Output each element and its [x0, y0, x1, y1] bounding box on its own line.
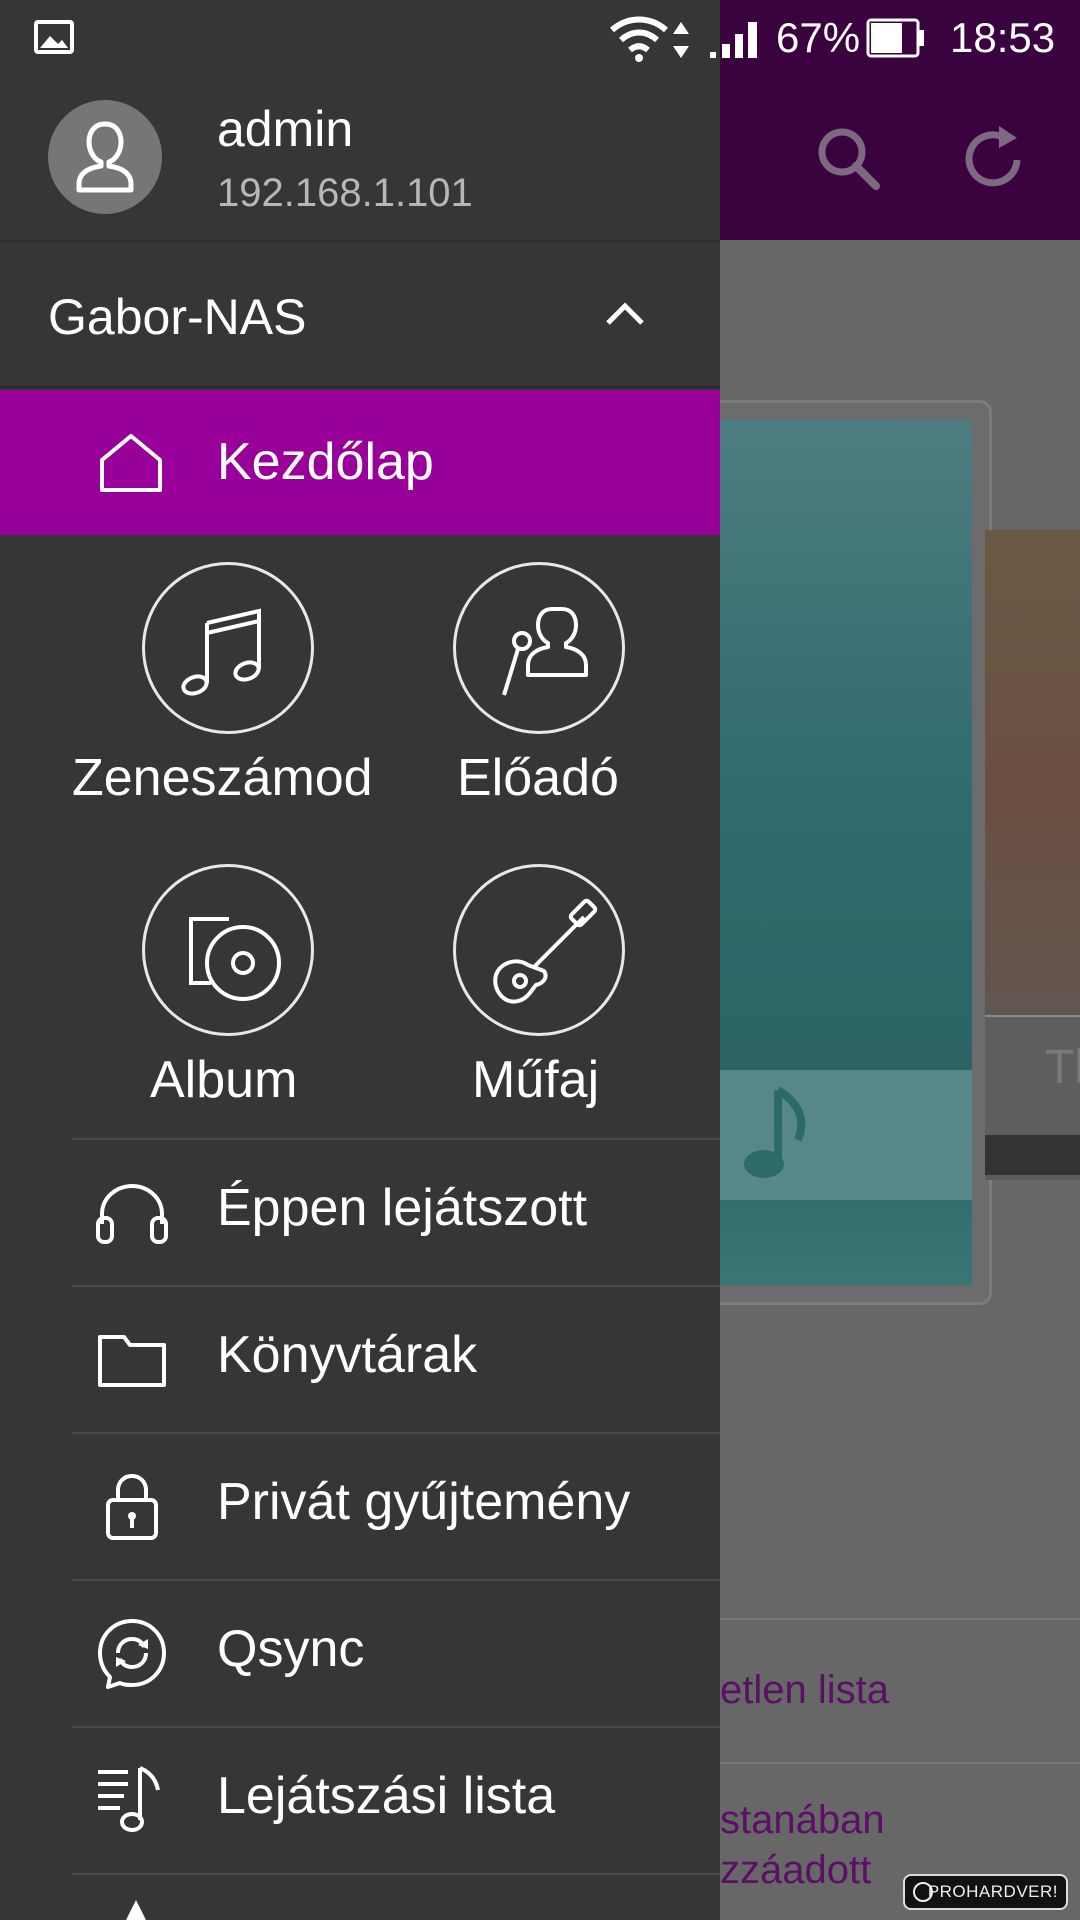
nav-tile-label: Album — [150, 1051, 298, 1109]
nav-item-label: Kezdőlap — [217, 433, 434, 491]
folder-icon — [98, 1335, 166, 1387]
playlist-icon — [98, 1766, 160, 1832]
nas-selector[interactable]: Gabor-NAS — [0, 243, 720, 388]
divider — [72, 1873, 720, 1875]
nav-item-qsync[interactable]: Qsync — [72, 1581, 720, 1726]
album-icon — [189, 917, 281, 1001]
nav-tile-genre[interactable] — [453, 864, 625, 1036]
chevron-up-icon[interactable] — [600, 293, 650, 333]
next-item-icon — [126, 1900, 146, 1920]
nav-item-label: Privát gyűjtemény — [217, 1473, 631, 1531]
battery-icon — [866, 18, 924, 58]
nav-item-now-playing[interactable]: Éppen lejátszott — [72, 1140, 720, 1285]
guitar-icon — [493, 898, 598, 1004]
watermark: PROHARDVER! — [903, 1874, 1068, 1910]
background-card-text: Tl — [1045, 1041, 1080, 1094]
wifi-icon — [610, 16, 668, 62]
nav-item-libraries[interactable]: Könyvtárak — [72, 1287, 720, 1432]
lock-icon — [106, 1473, 158, 1540]
user-name: admin — [217, 101, 354, 157]
home-icon — [100, 434, 162, 492]
nav-tile-artist[interactable] — [453, 562, 625, 734]
clock: 18:53 — [950, 14, 1056, 61]
navigation-drawer: admin 192.168.1.101 Gabor-NAS Kezdőlap Z… — [0, 0, 720, 1920]
artist-icon — [502, 607, 588, 696]
nav-item-label: Lejátszási lista — [217, 1767, 556, 1825]
sync-icon — [98, 1619, 166, 1689]
data-arrows-icon — [673, 22, 689, 58]
nas-name: Gabor-NAS — [48, 289, 307, 345]
divider — [0, 386, 720, 388]
status-bar: 67% 18:53 — [0, 0, 1080, 76]
nav-tile-label: Előadó — [457, 749, 619, 807]
headphones-icon — [96, 1183, 168, 1244]
battery-percent: 67% — [776, 14, 861, 61]
nav-tile-songs[interactable] — [142, 562, 314, 734]
nav-item-label: Könyvtárak — [217, 1326, 478, 1384]
nav-item-label: Qsync — [217, 1620, 365, 1678]
user-ip: 192.168.1.101 — [217, 171, 473, 215]
refresh-icon[interactable] — [955, 120, 1035, 200]
music-note-icon — [744, 1086, 806, 1178]
nav-item-private-collection[interactable]: Privát gyűjtemény — [72, 1434, 720, 1579]
user-profile[interactable]: admin 192.168.1.101 — [0, 76, 720, 241]
background-row-text[interactable]: zzáadott — [720, 1848, 871, 1893]
background-divider — [720, 1762, 1080, 1764]
background-card-band — [720, 1070, 972, 1200]
background-card-2-bottom — [985, 1135, 1080, 1175]
avatar — [48, 100, 162, 214]
nav-item-label: Éppen lejátszott — [217, 1179, 588, 1237]
background-divider — [720, 1618, 1080, 1620]
user-icon — [76, 121, 134, 193]
music-note-icon — [181, 608, 261, 696]
background-row-text[interactable]: stanában — [720, 1798, 885, 1843]
nav-tile-label: Műfaj — [472, 1051, 600, 1109]
background-row-text[interactable]: etlen lista — [720, 1668, 889, 1713]
nav-item-playlist[interactable]: Lejátszási lista — [72, 1728, 720, 1873]
divider — [0, 240, 720, 242]
signal-icon — [710, 22, 757, 58]
image-notification-icon — [34, 20, 74, 54]
search-icon[interactable] — [810, 120, 890, 200]
nav-item-home[interactable]: Kezdőlap — [0, 390, 720, 535]
nav-tile-album[interactable] — [142, 864, 314, 1036]
nav-tile-label: Zeneszámod — [72, 749, 373, 807]
